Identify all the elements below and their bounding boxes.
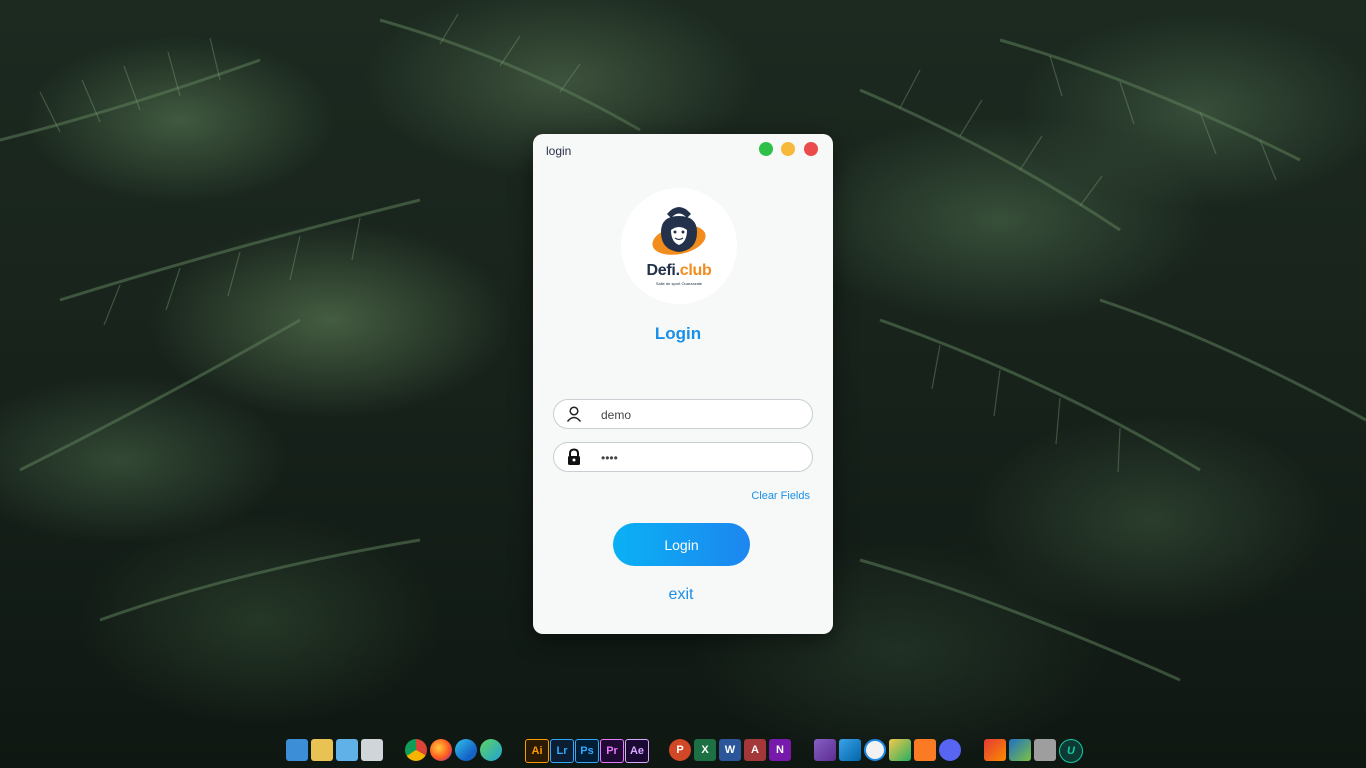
password-input[interactable]	[599, 447, 803, 469]
this-pc-icon[interactable]	[286, 739, 308, 761]
club-logo: Defi.club Salle de sport Ouarzazate	[621, 188, 737, 304]
onenote-icon[interactable]: N	[769, 739, 791, 761]
clear-fields-link[interactable]: Clear Fields	[751, 490, 810, 502]
access-icon[interactable]: A	[744, 739, 766, 761]
illustrator-icon[interactable]: Ai	[525, 739, 549, 763]
login-window: login Defi.club Salle de sport Ouarzazat…	[533, 134, 833, 634]
lock-icon	[568, 448, 580, 465]
virtualbox-icon[interactable]	[1009, 739, 1031, 761]
recycle-bin-icon[interactable]	[361, 739, 383, 761]
minimize-button[interactable]	[781, 142, 795, 156]
kettlebell-mascot-icon	[652, 207, 706, 255]
app-x-icon[interactable]	[889, 739, 911, 761]
word-icon[interactable]: W	[719, 739, 741, 761]
taskbar: Ai Lr Ps Pr Ae P X W A N U	[0, 733, 1366, 768]
premiere-icon[interactable]: Pr	[600, 739, 624, 763]
password-field[interactable]	[553, 442, 813, 472]
photoshop-icon[interactable]: Ps	[575, 739, 599, 763]
exit-link[interactable]: exit	[533, 586, 829, 604]
after-effects-icon[interactable]: Ae	[625, 739, 649, 763]
brand-tagline: Salle de sport Ouarzazate	[655, 281, 703, 286]
powerpoint-icon[interactable]: P	[669, 739, 691, 761]
lightroom-icon[interactable]: Lr	[550, 739, 574, 763]
username-field[interactable]	[553, 399, 813, 429]
chrome-icon[interactable]	[405, 739, 427, 761]
excel-icon[interactable]: X	[694, 739, 716, 761]
firefox-icon[interactable]	[430, 739, 452, 761]
login-button[interactable]: Login	[613, 523, 750, 566]
edge-icon[interactable]	[455, 739, 477, 761]
user-folder-icon[interactable]	[311, 739, 333, 761]
control-panel-icon[interactable]	[336, 739, 358, 761]
vscode-icon[interactable]	[839, 739, 861, 761]
username-input[interactable]	[599, 404, 803, 426]
close-button[interactable]	[804, 142, 818, 156]
login-heading: Login	[654, 324, 702, 343]
edge-dev-icon[interactable]	[480, 739, 502, 761]
xampp-icon[interactable]	[914, 739, 936, 761]
visual-studio-icon[interactable]	[814, 739, 836, 761]
upwork-icon[interactable]: U	[1059, 739, 1083, 763]
discord-icon[interactable]	[939, 739, 961, 761]
brand-name: Defi.club	[646, 262, 712, 279]
app-w-icon[interactable]	[864, 739, 886, 761]
ccleaner-icon[interactable]	[984, 739, 1006, 761]
window-title: login	[546, 144, 572, 158]
user-icon	[566, 406, 582, 422]
maximize-button[interactable]	[759, 142, 773, 156]
server-icon[interactable]	[1034, 739, 1056, 761]
